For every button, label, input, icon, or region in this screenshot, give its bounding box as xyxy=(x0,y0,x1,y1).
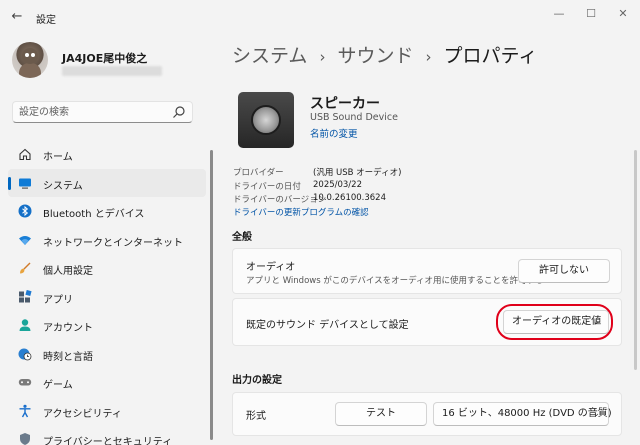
sidebar-item-accounts[interactable]: アカウント xyxy=(8,311,206,340)
dropdown-value: 16 ビット、48000 Hz (DVD の音質) xyxy=(442,408,612,419)
format-title: 形式 xyxy=(246,411,266,422)
speaker-icon xyxy=(238,92,294,148)
shield-icon xyxy=(20,433,30,445)
brush-icon xyxy=(20,262,31,274)
breadcrumb-separator: › xyxy=(319,48,326,66)
driver-key: プロバイダー xyxy=(233,168,284,178)
close-button[interactable]: ✕ xyxy=(612,6,634,22)
breadcrumb: システム › サウンド › プロパティ xyxy=(232,41,537,68)
sidebar-item-gaming[interactable]: ゲーム xyxy=(8,368,206,397)
bluetooth-icon xyxy=(18,204,32,218)
sidebar-item-time-language[interactable]: 時刻と言語 xyxy=(8,340,206,369)
sidebar-item-privacy[interactable]: プライバシーとセキュリティ xyxy=(8,425,206,445)
sidebar-nav: ホーム システム Bluetooth とデバイス ネットワークとインターネット … xyxy=(8,140,208,445)
sidebar-item-label: アクセシビリティ xyxy=(43,408,122,420)
audio-card: オーディオ アプリと Windows がこのデバイスをオーディオ用に使用すること… xyxy=(232,248,622,294)
output-heading: 出力の設定 xyxy=(232,375,282,386)
clock-globe-icon xyxy=(18,348,32,360)
format-dropdown[interactable]: 16 ビット、48000 Hz (DVD の音質) ⌄ xyxy=(433,402,612,426)
sidebar-item-label: プライバシーとセキュリティ xyxy=(43,437,173,445)
sidebar-item-label: ネットワークとインターネット xyxy=(43,237,183,249)
sidebar-item-label: アプリ xyxy=(43,294,73,306)
test-button[interactable]: テスト xyxy=(335,402,427,426)
breadcrumb-sound[interactable]: サウンド xyxy=(337,45,413,67)
search-input[interactable] xyxy=(19,105,169,120)
driver-value: 10.0.26100.3624 xyxy=(313,193,387,203)
sidebar-item-label: アカウント xyxy=(43,323,93,334)
search-box[interactable] xyxy=(12,101,193,123)
driver-update-link[interactable]: ドライバーの更新プログラムの確認 xyxy=(233,206,369,218)
sidebar-item-home[interactable]: ホーム xyxy=(8,140,206,169)
breadcrumb-separator: › xyxy=(425,48,432,66)
gamepad-icon xyxy=(18,379,32,386)
rename-link[interactable]: 名前の変更 xyxy=(310,126,358,140)
avatar[interactable] xyxy=(12,42,48,78)
sidebar-item-bluetooth[interactable]: Bluetooth とデバイス xyxy=(8,197,206,226)
sidebar-item-label: ホーム xyxy=(43,152,73,163)
audio-title: オーディオ xyxy=(246,262,296,273)
chevron-down-icon: ⌄ xyxy=(592,409,600,419)
sidebar-item-apps[interactable]: アプリ xyxy=(8,283,206,312)
red-highlight-annotation xyxy=(496,304,613,340)
audio-description: アプリと Windows がこのデバイスをオーディオ用に使用することを許可する xyxy=(246,276,544,286)
sidebar-item-label: 個人用設定 xyxy=(43,266,93,277)
home-icon xyxy=(19,148,31,161)
general-heading: 全般 xyxy=(232,232,252,243)
sidebar-item-system[interactable]: システム xyxy=(8,168,206,197)
search-icon xyxy=(173,106,185,118)
user-email-redacted xyxy=(62,66,162,76)
driver-key: ドライバーの日付 xyxy=(233,182,301,192)
page-title: プロパティ xyxy=(443,45,538,67)
app-title: 設定 xyxy=(36,15,56,26)
wifi-icon xyxy=(19,235,31,245)
driver-value: 2025/03/22 xyxy=(313,180,362,190)
sidebar-item-label: Bluetooth とデバイス xyxy=(43,209,145,220)
driver-value: (汎用 USB オーディオ) xyxy=(313,168,402,178)
sidebar-item-personalization[interactable]: 個人用設定 xyxy=(8,254,206,283)
device-name: スピーカー xyxy=(310,96,380,112)
sidebar-scrollbar[interactable] xyxy=(210,150,213,440)
sidebar-item-label: 時刻と言語 xyxy=(43,351,93,363)
accessibility-icon xyxy=(19,404,31,417)
sidebar-item-network[interactable]: ネットワークとインターネット xyxy=(8,226,206,255)
device-subtitle: USB Sound Device xyxy=(310,112,398,123)
system-icon xyxy=(19,178,31,189)
maximize-button[interactable]: ☐ xyxy=(580,6,602,22)
user-name: JA4JOE尾中俊之 xyxy=(62,52,148,65)
apps-icon xyxy=(19,289,32,302)
main-scrollbar[interactable] xyxy=(634,150,637,370)
title-bar: ← 設定 — ☐ ✕ xyxy=(0,0,640,34)
sidebar-item-accessibility[interactable]: アクセシビリティ xyxy=(8,397,206,426)
sidebar-item-label: ゲーム xyxy=(43,380,73,391)
account-icon xyxy=(19,319,31,331)
sidebar-item-label: システム xyxy=(43,180,83,192)
disallow-button[interactable]: 許可しない xyxy=(518,259,610,283)
format-card: 形式 テスト 16 ビット、48000 Hz (DVD の音質) ⌄ xyxy=(232,392,622,436)
back-arrow-icon[interactable]: ← xyxy=(8,8,26,26)
active-indicator xyxy=(8,176,11,190)
minimize-button[interactable]: — xyxy=(548,6,570,22)
default-device-title: 既定のサウンド デバイスとして設定 xyxy=(246,320,409,331)
breadcrumb-system[interactable]: システム xyxy=(232,45,307,67)
